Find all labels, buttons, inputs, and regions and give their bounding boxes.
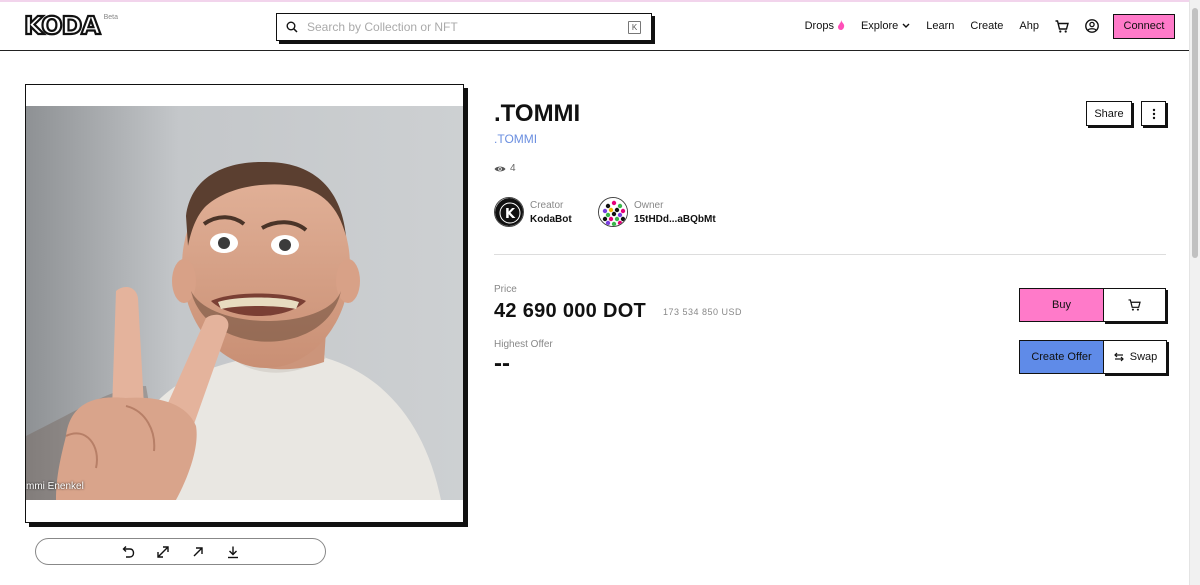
open-external-icon[interactable] [181,545,216,559]
nav-drops-label: Drops [804,20,834,32]
swap-button[interactable]: Swap [1103,340,1167,374]
profile-icon[interactable] [1085,19,1099,33]
search-shortcut-key: K [628,20,641,34]
nav-explore-label: Explore [860,20,899,32]
cart-icon[interactable] [1055,19,1069,33]
media-controls-bar [35,538,326,565]
svg-text:K: K [505,207,516,222]
expand-icon[interactable] [146,545,181,559]
nav-create[interactable]: Create [970,20,1003,32]
price-usd: 173 534 850 USD [663,307,743,317]
cart-icon [1128,299,1141,311]
more-vertical-icon [1152,108,1155,119]
nft-image[interactable]: mmi Enenkel [26,106,463,500]
creator-name[interactable]: KodaBot [530,214,572,225]
koda-logo[interactable]: KODA Beta [23,10,119,40]
owner-info[interactable]: Owner 15tHDd...aBQbMt [598,197,716,227]
creator-info[interactable]: K Creator KodaBot [494,197,572,227]
nft-title: .TOMMI [494,100,581,127]
nav-explore[interactable]: Explore [861,20,910,32]
section-divider [494,254,1166,255]
view-count: 4 [494,163,516,174]
owner-avatar [598,197,628,227]
search-input[interactable] [307,20,628,34]
highest-offer-value: -- [494,350,510,377]
share-button[interactable]: Share [1086,101,1132,126]
nav-drops[interactable]: Drops [804,19,845,33]
top-navbar: KODA Beta K Drops Explore Learn Create A… [0,2,1189,51]
undo-icon[interactable] [111,545,146,559]
buy-button[interactable]: Buy [1019,288,1104,322]
image-caption: mmi Enenkel [26,481,84,492]
search-icon [277,21,307,33]
owner-address[interactable]: 15tHDd...aBQbMt [634,214,716,225]
connect-wallet-button[interactable]: Connect [1113,13,1175,39]
nav-learn[interactable]: Learn [926,20,954,32]
highest-offer-label: Highest Offer [494,339,553,350]
swap-label: Swap [1129,351,1158,363]
price-amount: 42 690 000 DOT [494,300,647,322]
more-options-button[interactable] [1141,101,1166,126]
portrait-illustration [26,106,463,500]
beta-tag: Beta [103,14,119,21]
search-bar[interactable]: K [276,13,652,41]
download-icon[interactable] [216,545,251,559]
logo-wordmark: KODA [23,10,102,40]
flame-icon [837,19,845,33]
scrollbar-thumb[interactable] [1192,8,1198,258]
collection-link[interactable]: .TOMMI [494,132,537,146]
view-count-value: 4 [510,163,516,174]
nft-media-card: mmi Enenkel [25,84,464,523]
eye-icon [494,166,506,171]
nav-chain-selector[interactable]: Ahp [1019,20,1039,32]
price-label: Price [494,284,517,295]
creator-avatar: K [494,197,524,227]
chevron-down-icon [902,20,910,32]
page-scrollbar[interactable] [1189,0,1200,585]
owner-label: Owner [634,199,664,211]
add-to-cart-button[interactable] [1103,288,1166,322]
create-offer-button[interactable]: Create Offer [1019,340,1104,374]
creator-label: Creator [530,199,564,211]
swap-icon [1113,352,1124,362]
main-nav: Drops Explore Learn Create Ahp Connect [789,13,1175,39]
